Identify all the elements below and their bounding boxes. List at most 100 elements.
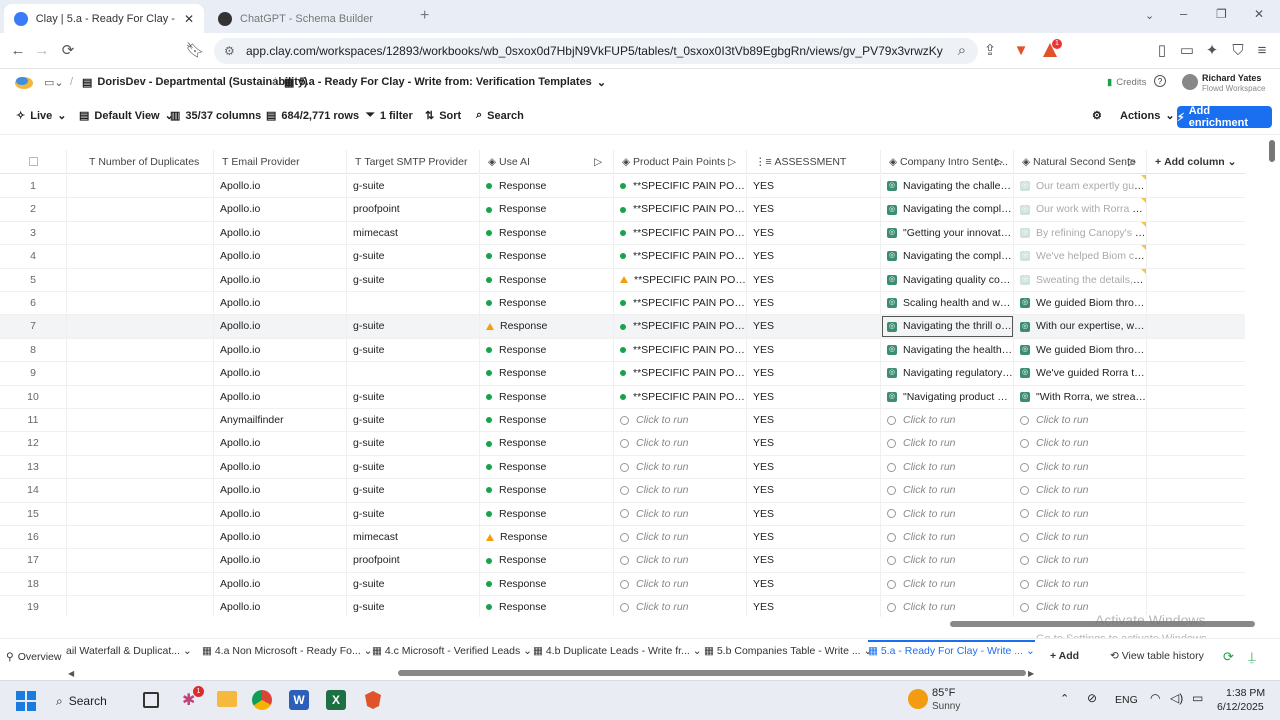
click-to-run-cell[interactable]: Click to run	[1014, 526, 1147, 549]
filter-button[interactable]: ⏷ 1 filter	[366, 109, 413, 122]
weather-sun-icon[interactable]	[908, 689, 928, 709]
table-row[interactable]: 14 Apollo.io g-suite Response Click to run YE…	[0, 479, 1245, 503]
pain-points-cell[interactable]: **SPECIFIC PAIN POINTS...	[614, 175, 747, 198]
click-to-run-cell[interactable]: Click to run	[1014, 572, 1147, 596]
company-intro-cell[interactable]: ◎ Navigating the health a...	[881, 338, 1014, 362]
click-to-run-cell[interactable]: Click to run	[614, 455, 747, 479]
use-ai-cell[interactable]: Response	[480, 245, 614, 269]
add-column-button[interactable]: + Add column ⌄	[1147, 150, 1245, 174]
horizontal-scrollbar[interactable]	[0, 620, 1268, 628]
clay-logo-icon[interactable]	[14, 75, 34, 89]
assessment-cell[interactable]: YES	[747, 572, 881, 596]
column-header-number-of-duplicates[interactable]: T Number of Duplicates	[81, 150, 214, 174]
run-column-icon[interactable]: ▷	[594, 150, 602, 174]
assessment-cell[interactable]: YES	[747, 385, 881, 409]
email-provider-cell[interactable]: Apollo.io	[214, 526, 347, 549]
smtp-provider-cell[interactable]: proofpoint	[347, 198, 480, 222]
smtp-provider-cell[interactable]: g-suite	[347, 596, 480, 617]
assessment-cell[interactable]: YES	[747, 175, 881, 198]
click-to-run-cell[interactable]: Click to run	[614, 572, 747, 596]
click-to-run-cell[interactable]: Click to run	[881, 502, 1014, 526]
natural-second-cell[interactable]: ◎ Sweating the details, lik...	[1014, 268, 1147, 292]
word-icon[interactable]: W	[289, 690, 309, 710]
brave-shield-icon[interactable]: ▼	[1011, 41, 1031, 61]
smtp-provider-cell[interactable]: g-suite	[347, 268, 480, 292]
number-of-duplicates-cell[interactable]	[81, 572, 214, 596]
column-header-product-pain-points[interactable]: ◈ Product Pain Points ▷	[614, 150, 747, 174]
use-ai-cell[interactable]: Response	[480, 479, 614, 503]
sheet-tab[interactable]: ail Waterfall & Duplicat... ⌄	[66, 645, 192, 657]
email-provider-cell[interactable]: Apollo.io	[214, 479, 347, 503]
email-provider-cell[interactable]: Apollo.io	[214, 198, 347, 222]
battery-icon[interactable]: ▭	[1192, 691, 1203, 705]
table-row[interactable]: 9 Apollo.io Response **SPECIFIC PAIN POINTS…	[0, 362, 1245, 386]
assessment-cell[interactable]: YES	[747, 455, 881, 479]
minimize-icon[interactable]: –	[1180, 6, 1187, 21]
table-row[interactable]: 15 Apollo.io g-suite Response Click to run YE…	[0, 502, 1245, 526]
column-header-assessment[interactable]: ⋮≡ ASSESSMENT	[747, 150, 881, 174]
click-to-run-cell[interactable]: Click to run	[614, 502, 747, 526]
view-selector[interactable]: ▤ Default View ⌄	[79, 109, 174, 123]
sheet-tab[interactable]: ▦ 4.a Non Microsoft - Ready Fo... ⌄	[202, 645, 372, 657]
email-provider-cell[interactable]: Apollo.io	[214, 338, 347, 362]
use-ai-cell[interactable]: Response	[480, 432, 614, 456]
email-provider-cell[interactable]: Apollo.io	[214, 596, 347, 617]
maximize-icon[interactable]: ❐	[1216, 7, 1227, 21]
run-column-icon[interactable]: ▷	[995, 150, 1003, 174]
company-intro-cell[interactable]: ◎ Navigating the complex...	[881, 245, 1014, 269]
use-ai-cell[interactable]: Response	[480, 549, 614, 573]
columns-button[interactable]: ▥ 35/37 columns	[170, 109, 261, 123]
pain-points-cell[interactable]: **SPECIFIC PAIN POINTS...	[614, 385, 747, 409]
use-ai-cell[interactable]: Response	[480, 268, 614, 292]
company-intro-cell[interactable]: ◎ Navigating regulatory t...	[881, 362, 1014, 386]
click-to-run-cell[interactable]: Click to run	[1014, 432, 1147, 456]
file-explorer-icon[interactable]	[217, 691, 237, 707]
vertical-scrollbar-thumb[interactable]	[1269, 140, 1275, 162]
natural-second-cell[interactable]: ◎ Our team expertly guid...	[1014, 175, 1147, 198]
number-of-duplicates-cell[interactable]	[81, 268, 214, 292]
use-ai-cell[interactable]: Response	[480, 502, 614, 526]
table-row[interactable]: 8 Apollo.io g-suite Response **SPECIFIC PAIN…	[0, 338, 1245, 363]
window-close-icon[interactable]: ✕	[1254, 7, 1264, 21]
settings-icon[interactable]: ⚙	[1092, 109, 1102, 122]
natural-second-cell[interactable]: ◎ We've helped Biom crea...	[1014, 245, 1147, 269]
company-intro-cell[interactable]: ◎ Navigating the complex...	[881, 198, 1014, 222]
breadcrumb-table[interactable]: ▦ 5.a - Ready For Clay - Write from: Ver…	[284, 76, 606, 89]
pain-points-cell[interactable]: **SPECIFIC PAIN POINTS...	[614, 315, 747, 339]
network-off-icon[interactable]: ⊘	[1087, 691, 1097, 705]
smtp-provider-cell[interactable]: g-suite	[347, 432, 480, 456]
scroll-left-icon[interactable]: ◀	[68, 669, 74, 678]
email-provider-cell[interactable]: Apollo.io	[214, 362, 347, 386]
vertical-scrollbar[interactable]	[1268, 140, 1276, 615]
company-intro-cell[interactable]: ◎ Navigating the challeng...	[881, 175, 1014, 198]
pain-points-cell[interactable]: **SPECIFIC PAIN POINTS...	[614, 268, 747, 292]
click-to-run-cell[interactable]: Click to run	[881, 479, 1014, 503]
smtp-provider-cell[interactable]: g-suite	[347, 455, 480, 479]
click-to-run-cell[interactable]: Click to run	[881, 596, 1014, 617]
table-row[interactable]: 18 Apollo.io g-suite Response Click to run YE…	[0, 572, 1245, 597]
smtp-provider-cell[interactable]: g-suite	[347, 245, 480, 269]
email-provider-cell[interactable]: Apollo.io	[214, 549, 347, 573]
vpn-icon[interactable]: ⛉	[1228, 41, 1248, 61]
number-of-duplicates-cell[interactable]	[81, 245, 214, 269]
sheet-tab[interactable]: ▦ 4.b Duplicate Leads - Write fr... ⌄	[533, 645, 702, 657]
email-provider-cell[interactable]: Apollo.io	[214, 432, 347, 456]
assessment-cell[interactable]: YES	[747, 245, 881, 269]
natural-second-cell[interactable]: ◎ By refining Canopy's pe...	[1014, 221, 1147, 245]
sheet-tab[interactable]: ▦ 4.c Microsoft - Verified Leads ⌄	[372, 645, 532, 657]
use-ai-cell[interactable]: Response	[480, 292, 614, 315]
click-to-run-cell[interactable]: Click to run	[881, 455, 1014, 479]
number-of-duplicates-cell[interactable]	[81, 502, 214, 526]
pain-points-cell[interactable]: **SPECIFIC PAIN POINTS...	[614, 245, 747, 269]
smtp-provider-cell[interactable]: g-suite	[347, 572, 480, 596]
number-of-duplicates-cell[interactable]	[81, 385, 214, 409]
sheet-tabs-scrollbar-thumb[interactable]	[398, 670, 1026, 676]
column-header-email-provider[interactable]: T Email Provider	[214, 150, 347, 174]
company-intro-cell[interactable]: ◎ Scaling health and well...	[881, 292, 1014, 315]
click-to-run-cell[interactable]: Click to run	[1014, 409, 1147, 432]
company-intro-cell[interactable]: ◎ Navigating the thrill of ...	[881, 315, 1014, 339]
number-of-duplicates-cell[interactable]	[81, 432, 214, 456]
natural-second-cell[interactable]: ◎ With our expertise, we s...	[1014, 315, 1147, 339]
assessment-cell[interactable]: YES	[747, 198, 881, 222]
sheet-tabs-scrollbar[interactable]: ◀ ▶	[0, 668, 1280, 678]
